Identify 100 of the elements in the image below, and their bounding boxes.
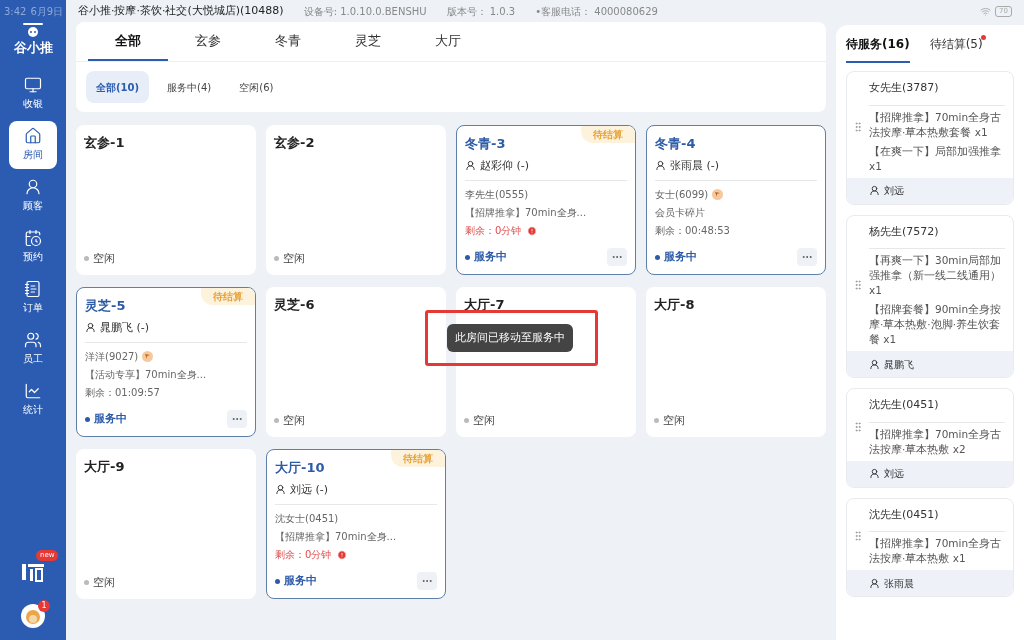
queue-card[interactable]: 女先生(3787) 【招牌推拿】70min全身古法按摩·草本热敷套餐 x1 【在爽一下】局部加强推拿 x1 刘远: [846, 71, 1014, 205]
alert-icon: [527, 225, 538, 236]
drag-handle-icon[interactable]: [852, 530, 864, 543]
room-status: 空闲: [473, 412, 495, 429]
service-detail: 【活动专享】70min全身...: [85, 368, 207, 382]
room-card[interactable]: 大厅-9 空闲: [76, 449, 256, 599]
queue-tab[interactable]: 待服务(16): [846, 35, 910, 63]
remaining-time: 剩余：0分钟: [465, 224, 522, 238]
room-card[interactable]: 灵芝-6 空闲: [266, 287, 446, 437]
chart-icon: [24, 382, 42, 400]
staff-icon: [465, 160, 476, 172]
filter-chip[interactable]: 服务中(4): [157, 71, 222, 103]
room-card[interactable]: 待结算 大厅-10 刘远 (-) 沈女士(0451) 【招牌推拿】70min全身... 剩余：0分钟 服务中: [266, 449, 446, 599]
order-item: 【招牌推拿】70min全身古法按摩·草本热敷套餐 x1: [869, 109, 1003, 140]
wifi-icon: [980, 5, 992, 17]
room-name: 灵芝-5: [85, 297, 126, 315]
more-button[interactable]: [417, 572, 437, 590]
pending-badge: 待结算: [391, 450, 445, 467]
area-tab[interactable]: 冬青: [248, 22, 328, 61]
room-name: 玄参-2: [274, 134, 315, 152]
logo-text: 谷小推: [13, 39, 53, 57]
customer-name: 沈先生(0451): [869, 506, 1005, 532]
customer-name: 杨先生(7572): [869, 223, 1005, 249]
room-status: 空闲: [663, 412, 685, 429]
room-card[interactable]: 待结算 冬青-3 赵彩仰 (-) 李先生(0555) 【招牌推拿】70min全身... 剩余：0分钟 服务中: [456, 125, 636, 275]
toast: 此房间已移动至服务中: [446, 323, 573, 353]
user-icon: [24, 178, 42, 196]
room-card[interactable]: 玄参-2 空闲: [266, 125, 446, 275]
nav-item[interactable]: 顾客: [9, 171, 57, 220]
customer-name: 女先生(3787): [869, 80, 1005, 106]
staff-name: 刘远: [884, 184, 904, 198]
logo-icon: [20, 22, 46, 38]
queue-card[interactable]: 沈先生(0451) 【招牌推拿】70min全身古法按摩·草本热敷 x2 刘远: [846, 388, 1014, 488]
room-card[interactable]: 待结算 灵芝-5 晁鹏飞 (-) 洋洋(9027) 【活动专享】70min全身... 剩余：01:09:57 服务中: [76, 287, 256, 437]
staff-name: 张雨晨: [884, 576, 914, 591]
staff-icon: [655, 160, 666, 172]
shop-name: 谷小推·按摩·茶饮·社交(大悦城店)(10488): [78, 2, 284, 19]
service-detail: 【招牌推拿】70min全身...: [465, 206, 587, 220]
customer-name: 洋洋(9027): [85, 350, 139, 364]
more-button[interactable]: [797, 248, 817, 266]
area-tab[interactable]: 灵芝: [328, 22, 408, 61]
area-tab[interactable]: 玄参: [168, 22, 248, 61]
service-detail: 会员卡碎片: [655, 206, 705, 220]
staff-name: 晁鹏飞: [884, 357, 914, 372]
status-time: 3:42: [4, 4, 27, 19]
more-button[interactable]: [227, 410, 247, 428]
filter-chip[interactable]: 空闲(6): [229, 71, 284, 103]
pending-badge: 待结算: [581, 126, 635, 143]
room-card[interactable]: 大厅-8 空闲: [646, 287, 826, 437]
room-card[interactable]: 冬青-4 张雨晨 (-) 女士(6099) 会员卡碎片 剩余：00:48:53 服务中: [646, 125, 826, 275]
nav-item[interactable]: 统计: [9, 375, 57, 424]
drag-handle-icon[interactable]: [852, 120, 864, 133]
room-name: 冬青-3: [465, 135, 506, 153]
queue-tab[interactable]: 待结算(5): [929, 35, 983, 63]
staff-name: 张雨晨 (-): [670, 157, 720, 174]
room-status: 服务中: [94, 410, 127, 427]
customer-name: 沈先生(0451): [869, 397, 1005, 423]
room-card[interactable]: 玄参-1 空闲: [76, 125, 256, 275]
calendar-icon: [24, 229, 42, 247]
more-button[interactable]: [607, 248, 627, 266]
room-status: 服务中: [474, 248, 507, 265]
filter-chip[interactable]: 全部(10): [86, 71, 150, 103]
notification-badge: 1: [38, 600, 50, 612]
room-status: 服务中: [664, 248, 697, 265]
nav-item[interactable]: 预约: [9, 222, 57, 271]
nav-item[interactable]: 订单: [9, 273, 57, 322]
staff-name: 赵彩仰 (-): [480, 157, 530, 174]
room-name: 大厅-9: [84, 458, 125, 476]
queue-card[interactable]: 沈先生(0451) 【招牌推拿】70min全身古法按摩·草本热敷 x1 张雨晨: [846, 497, 1014, 597]
remaining-time: 剩余：00:48:53: [655, 224, 730, 238]
remaining-time: 剩余：01:09:57: [85, 386, 160, 400]
users-icon: [24, 331, 42, 349]
order-item: 【招牌推拿】70min全身古法按摩·草本热敷 x1: [869, 536, 1003, 566]
notebook-icon: [24, 280, 42, 298]
customer-name: 沈女士(0451): [275, 512, 339, 526]
queue-card[interactable]: 杨先生(7572) 【再爽一下】30min局部加强推拿（新一线二线通用） x1 【招牌套餐】90min全身按摩·草本热敷·泡脚·养生饮套餐 x1 晁鹏飞: [846, 214, 1014, 378]
staff-icon: [869, 468, 880, 479]
drag-handle-icon[interactable]: [852, 279, 864, 292]
version-number: 版本号： 1.0.3: [446, 4, 516, 19]
monitor-icon: [24, 76, 42, 94]
staff-icon: [85, 322, 96, 334]
order-item: 【再爽一下】30min局部加强推拿（新一线二线通用） x1: [869, 253, 1003, 298]
alert-icon: [337, 549, 348, 560]
area-tab[interactable]: 全部: [88, 22, 168, 61]
staff-name: 晁鹏飞 (-): [100, 319, 150, 336]
drag-handle-icon[interactable]: [852, 420, 864, 433]
staff-name: 刘远 (-): [290, 481, 329, 498]
order-item: 【招牌套餐】90min全身按摩·草本热敷·泡脚·养生饮套餐 x1: [869, 302, 1003, 347]
room-status: 空闲: [93, 250, 115, 267]
room-name: 大厅-10: [275, 459, 325, 477]
room-status: 空闲: [283, 250, 305, 267]
area-tab[interactable]: 大厅: [408, 22, 488, 61]
nav-item[interactable]: 员工: [9, 324, 57, 373]
staff-icon: [869, 358, 880, 370]
device-number: 设备号: 1.0.10.0.BENSHU: [303, 4, 427, 19]
order-item: 【在爽一下】局部加强推拿 x1: [869, 143, 1002, 174]
home-icon: [24, 127, 42, 145]
nav-item[interactable]: 收银: [9, 69, 57, 118]
nav-item[interactable]: 房间: [9, 120, 57, 169]
staff-icon: [869, 577, 880, 589]
